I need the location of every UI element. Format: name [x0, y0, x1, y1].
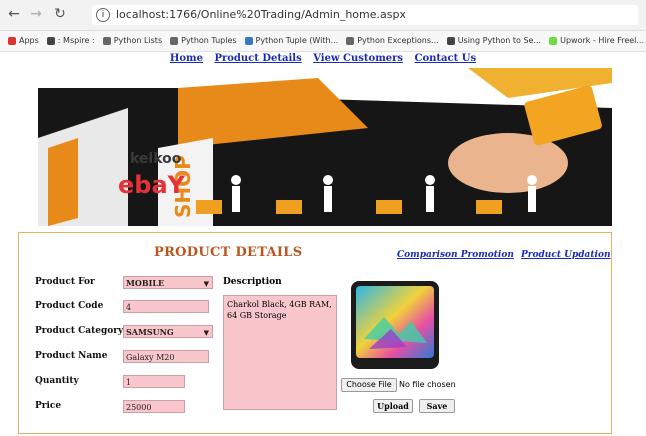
bookmark-item[interactable]: Python Exceptions... [346, 31, 439, 51]
kelkoo-logo-text: kelkoo [130, 151, 182, 167]
quantity-label: Quantity [35, 376, 79, 386]
bookmark-icon [446, 36, 455, 45]
price-label: Price [35, 401, 62, 411]
url-text: localhost:1766/Online%20Trading/Admin_ho… [116, 8, 406, 21]
bookmark-icon [346, 36, 355, 45]
product-name-label: Product Name [35, 351, 108, 361]
shopping-banner-image: SHOP SHOP kelkoo ebaY [38, 68, 612, 226]
product-category-select[interactable]: SAMSUNG ▼ [123, 325, 213, 338]
shop-text: SHOP [47, 145, 71, 208]
product-category-value: SAMSUNG [126, 327, 174, 337]
product-updation-link[interactable]: Product Updation [521, 250, 611, 260]
product-details-panel: PRODUCT DETAILS Comparison Promotion Pro… [18, 232, 612, 434]
bookmark-icon [244, 36, 253, 45]
bookmark-item[interactable]: Using Python to Se... [446, 31, 542, 51]
nav-product-details-link[interactable]: Product Details [214, 53, 301, 64]
bookmark-item[interactable]: Python Tuples [170, 31, 237, 51]
description-label: Description [223, 277, 282, 287]
file-status-text: No file chosen [399, 380, 456, 389]
site-nav: Home Product Details View Customers Cont… [0, 53, 646, 64]
address-bar[interactable]: i localhost:1766/Online%20Trading/Admin_h… [92, 5, 638, 25]
upload-button[interactable]: Upload [373, 399, 413, 413]
info-icon[interactable]: i [96, 8, 110, 22]
bookmark-label: Apps [19, 36, 39, 45]
bookmarks-bar: Apps : Mspire : Python Lists Python Tuples P… [0, 31, 646, 52]
forward-arrow-icon[interactable]: → [28, 6, 44, 22]
save-button[interactable]: Save [419, 399, 455, 413]
price-input[interactable]: 25000 [123, 400, 185, 413]
bookmark-icon [8, 36, 16, 45]
bookmark-item[interactable]: Upwork - Hire Freel... [549, 31, 644, 51]
bookmark-label: : Mspire : [57, 36, 95, 45]
chevron-down-icon: ▼ [203, 328, 209, 337]
quantity-input[interactable]: 1 [123, 375, 185, 388]
bookmark-label: Python Exceptions... [357, 36, 439, 45]
description-textarea[interactable]: Charkol Black, 4GB RAM, 64 GB Storage [223, 295, 337, 410]
nav-view-customers-link[interactable]: View Customers [313, 53, 403, 64]
product-for-select[interactable]: MOBILE ▼ [123, 276, 213, 289]
bookmark-item[interactable]: Apps [8, 31, 39, 51]
bookmark-label: Python Tuples [181, 36, 237, 45]
product-image [351, 281, 439, 369]
bookmark-item[interactable]: Python Lists [102, 31, 163, 51]
back-arrow-icon[interactable]: ← [6, 6, 22, 22]
bookmark-label: Python Tuple (With... [255, 36, 339, 45]
page-title: PRODUCT DETAILS [154, 245, 303, 260]
hero-banner: SHOP SHOP kelkoo ebaY [38, 68, 612, 226]
product-code-input[interactable]: 4 [123, 300, 209, 313]
bookmark-label: Upwork - Hire Freel... [560, 36, 645, 45]
bookmark-label: Python Lists [113, 36, 163, 45]
product-category-label: Product Category [35, 326, 124, 336]
reload-icon[interactable]: ↻ [52, 6, 68, 22]
nav-home-link[interactable]: Home [170, 53, 203, 64]
bookmark-icon [170, 36, 179, 45]
bookmark-item[interactable]: : Mspire : [46, 31, 95, 51]
bookmark-icon [46, 36, 55, 45]
bookmark-label: Using Python to Se... [457, 36, 542, 45]
browser-toolbar: ← → ↻ i localhost:1766/Online%20Trading/A… [0, 0, 646, 31]
choose-file-button[interactable]: Choose File [341, 378, 397, 392]
product-for-value: MOBILE [126, 278, 165, 288]
comparison-promotion-link[interactable]: Comparison Promotion [397, 250, 514, 260]
chevron-down-icon: ▼ [203, 279, 209, 288]
product-for-label: Product For [35, 277, 95, 287]
nav-contact-us-link[interactable]: Contact Us [415, 53, 477, 64]
product-code-label: Product Code [35, 301, 104, 311]
bookmark-icon [549, 36, 558, 45]
ebay-logo-text: ebaY [118, 171, 186, 199]
product-name-input[interactable]: Galaxy M20 [123, 350, 209, 363]
bookmark-icon [102, 36, 111, 45]
bookmark-item[interactable]: Python Tuple (With... [244, 31, 339, 51]
